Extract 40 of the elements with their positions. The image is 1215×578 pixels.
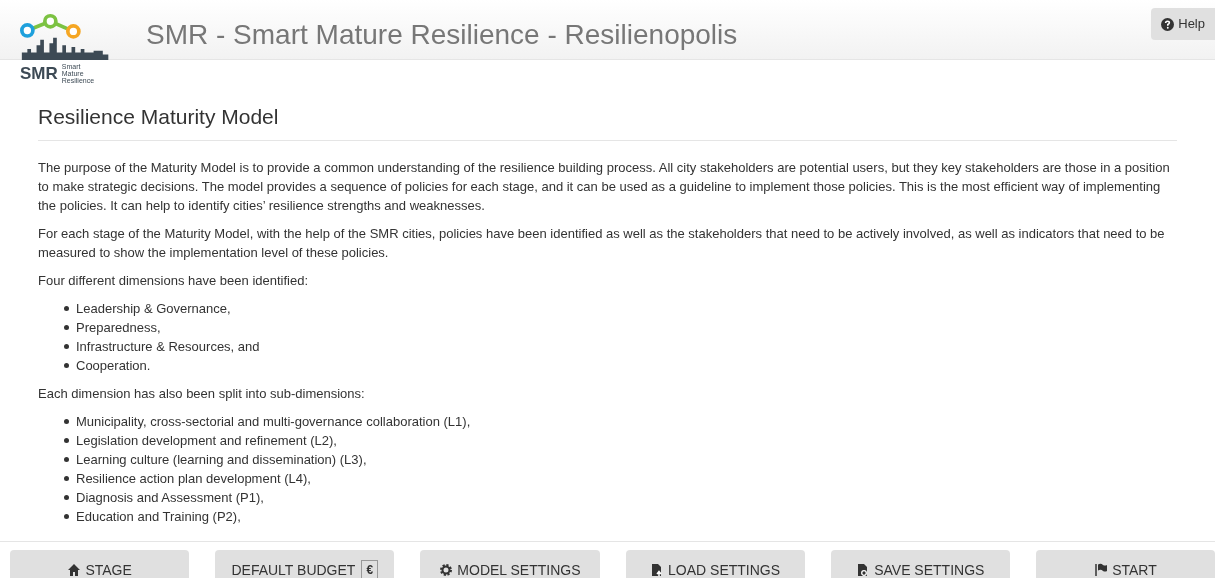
bullet-icon bbox=[64, 476, 69, 481]
bullet-icon bbox=[64, 438, 69, 443]
list-item: Education and Training (P2), bbox=[76, 508, 241, 526]
toolbar-button[interactable]: START bbox=[1035, 550, 1215, 578]
list-item: Preparedness, bbox=[76, 319, 161, 337]
list-item: Municipality, cross-sectorial and multi-governance collaboration (L1), bbox=[76, 413, 471, 431]
bullet-icon bbox=[64, 457, 69, 462]
home-icon bbox=[67, 563, 82, 577]
bullet-icon bbox=[64, 306, 69, 311]
flag-icon bbox=[1094, 563, 1109, 577]
bullet-icon bbox=[64, 419, 69, 424]
bullet-icon bbox=[64, 495, 69, 500]
page-title: SMR - Smart Mature Resilience - Resilienopolis bbox=[146, 18, 739, 52]
list-item: Infrastructure & Resources, and bbox=[76, 338, 260, 356]
list-item: Learning culture (learning and dissemination) (L3), bbox=[76, 451, 367, 469]
bullet-icon bbox=[64, 344, 69, 349]
toolbar-button[interactable]: STAGE bbox=[10, 550, 190, 578]
paragraph: The purpose of the Maturity Model is to provide a common understanding of the resilience building process. All city stakeholders are potential users, but they key stakeholders are those in a position to make strategic decisions. The model provides a sequence of policies for each stage, and it can be used as a guideline to implement those policies. This is the most efficient way of implementing the policies. It can help to identify cities’ resilience strengths and weaknesses. bbox=[38, 159, 1171, 215]
gear-icon bbox=[439, 563, 454, 577]
list-item: Legislation development and refinement (L2), bbox=[76, 432, 337, 450]
help-button[interactable]: Help bbox=[1151, 8, 1215, 40]
bullet-icon bbox=[64, 325, 69, 330]
toolbar-button[interactable]: MODEL SETTINGS bbox=[420, 550, 600, 578]
toolbar-button[interactable]: DEFAULT BUDGET € bbox=[215, 550, 395, 578]
paragraph: Four different dimensions have been identified: bbox=[38, 272, 310, 290]
paragraph: Each dimension has also been split into sub-dimensions: bbox=[38, 385, 366, 403]
bullet-icon bbox=[64, 514, 69, 519]
logo-text: SMR bbox=[20, 65, 58, 82]
currency-badge: € bbox=[361, 560, 379, 578]
toolbar-button[interactable]: SAVE SETTINGS bbox=[830, 550, 1010, 578]
toolbar-button[interactable]: LOAD SETTINGS bbox=[625, 550, 805, 578]
paragraph: For each stage of the Maturity Model, with the help of the SMR cities, policies have been identified as well as the stakeholders that need to be actively involved, as well as indicators that need to be measured to show the implementation level of these policies. bbox=[38, 225, 1166, 262]
question-icon bbox=[1161, 17, 1175, 31]
bullet-icon bbox=[64, 363, 69, 368]
list-item: Diagnosis and Assessment (P1), bbox=[76, 489, 264, 507]
list-item: Leadership & Governance, bbox=[76, 300, 231, 318]
list-item: Resilience action plan development (L4), bbox=[76, 470, 311, 488]
list-item: Cooperation. bbox=[76, 357, 151, 375]
section-heading: Resilience Maturity Model bbox=[38, 104, 1177, 141]
file-upload-icon bbox=[650, 563, 665, 577]
